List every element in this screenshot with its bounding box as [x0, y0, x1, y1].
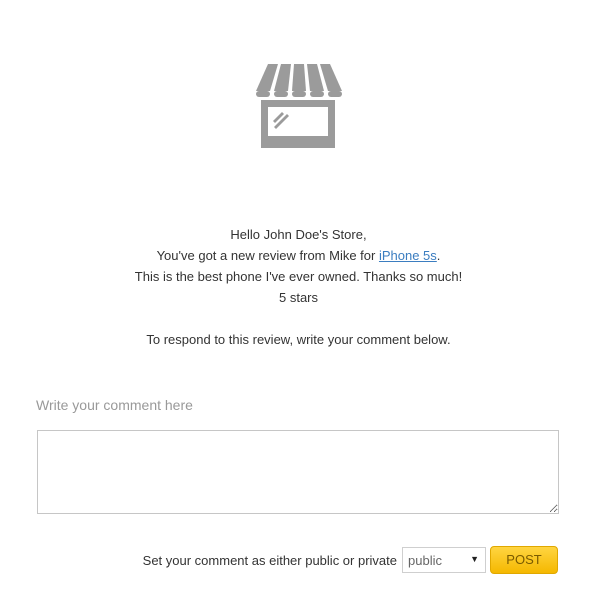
storefront-icon — [256, 64, 342, 148]
review-line: You've got a new review from Mike for iP… — [0, 245, 597, 266]
visibility-select[interactable]: public ▼ — [402, 547, 486, 573]
product-link[interactable]: iPhone 5s — [379, 248, 437, 263]
respond-instruction: To respond to this review, write your co… — [146, 332, 451, 347]
review-notification: Hello John Doe's Store, You've got a new… — [0, 224, 597, 350]
visibility-label: Set your comment as either public or pri… — [142, 552, 397, 568]
comment-label: Write your comment here — [36, 397, 193, 413]
review-suffix-text: . — [436, 248, 441, 263]
visibility-selected-value: public — [408, 553, 442, 568]
review-prefix-text: You've got a new review from Mike for — [156, 248, 379, 263]
rating-text: 5 stars — [278, 290, 318, 305]
dropdown-arrow-icon: ▼ — [470, 554, 479, 564]
post-button[interactable]: POST — [490, 546, 558, 574]
greeting-text: Hello John Doe's Store, — [230, 227, 367, 242]
comment-controls: Set your comment as either public or pri… — [143, 546, 558, 574]
comment-textarea[interactable] — [37, 430, 559, 514]
review-text: This is the best phone I've ever owned. … — [134, 269, 463, 284]
